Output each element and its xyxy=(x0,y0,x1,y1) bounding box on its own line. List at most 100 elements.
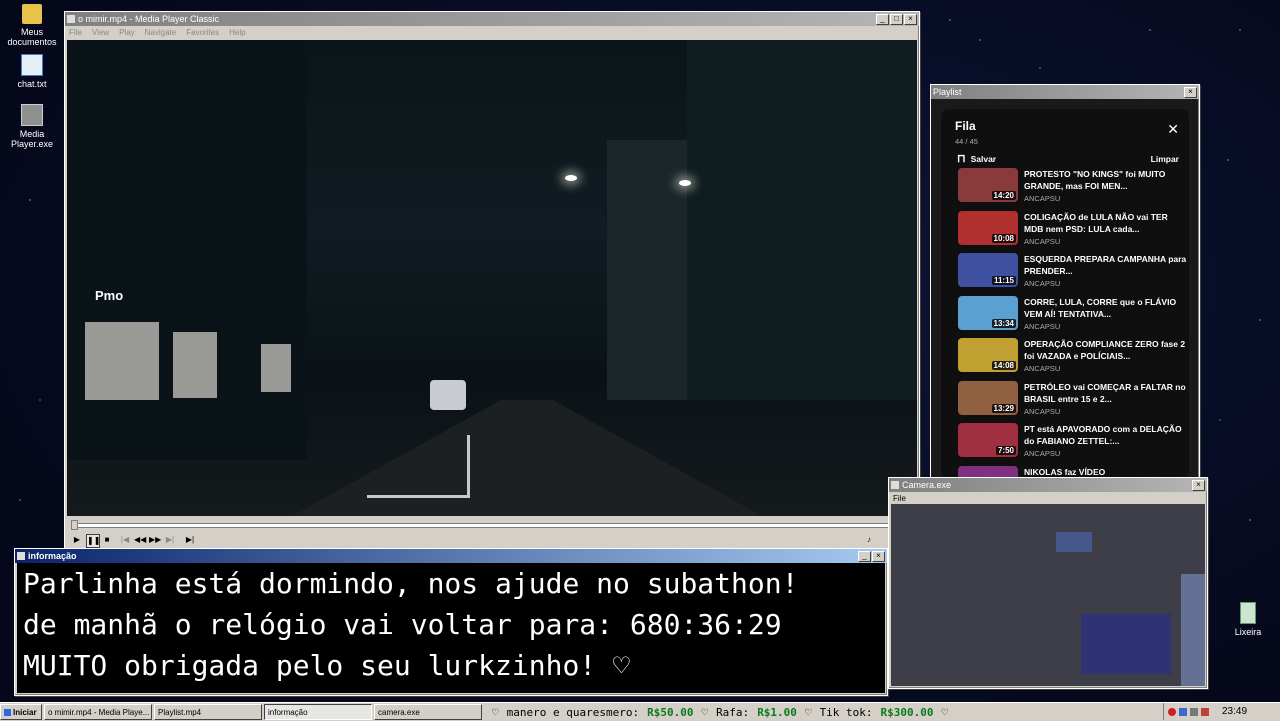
close-button[interactable]: × xyxy=(1184,86,1197,98)
menu-play[interactable]: Play xyxy=(119,28,135,37)
taskbar-item-camera[interactable]: camera.exe xyxy=(374,704,482,720)
video-title: PROTESTO "NO KINGS" foi MUITO GRANDE, ma… xyxy=(1024,169,1166,191)
taskbar-item-media-player[interactable]: o mimir.mp4 - Media Playe... xyxy=(44,704,152,720)
desktop-icon-label: Lixeira xyxy=(1234,627,1262,637)
donation-amount: R$300.00 xyxy=(880,705,934,719)
window-title: Playlist xyxy=(933,87,962,97)
close-icon[interactable]: ✕ xyxy=(1167,121,1179,138)
seek-bar[interactable] xyxy=(71,523,913,528)
pause-icon[interactable]: ❚❚ xyxy=(86,534,100,548)
taskbar-item-info[interactable]: informação xyxy=(264,704,372,720)
donor-name: manero e quaresmero: xyxy=(506,705,640,719)
shield-icon[interactable] xyxy=(1201,707,1209,716)
list-item[interactable]: 11:15 ESQUERDA PREPARA CAMPANHA para PRE… xyxy=(941,253,1189,296)
menu-help[interactable]: Help xyxy=(229,28,245,37)
menu-navigate[interactable]: Navigate xyxy=(145,28,177,37)
menu-view[interactable]: View xyxy=(92,28,109,37)
road-marking xyxy=(367,435,470,498)
duration-badge: 7:50 xyxy=(995,446,1016,455)
desktop-icon-media-player[interactable]: Media Player.exe xyxy=(0,104,64,149)
list-item[interactable]: 7:50 PT está APAVORADO com a DELAÇÃO do … xyxy=(941,423,1189,466)
minimize-button[interactable]: _ xyxy=(858,550,871,562)
antivirus-icon[interactable] xyxy=(1168,707,1176,716)
clock[interactable]: 23:49 xyxy=(1222,706,1247,717)
desktop-icon-chat-txt[interactable]: chat.txt xyxy=(0,54,64,89)
donation-amount: R$50.00 xyxy=(647,705,694,719)
camera-window: Camera.exe × File xyxy=(888,477,1208,689)
close-button[interactable]: × xyxy=(904,13,917,25)
queue-title: Fila xyxy=(955,119,976,133)
queue-panel: Fila 44 / 45 ✕ ⊓ Salvar Limpar 14:20 PRO… xyxy=(941,109,1189,479)
storefront xyxy=(85,322,159,400)
notepad-icon xyxy=(21,54,43,76)
rewind-icon[interactable]: ◀◀ xyxy=(134,534,146,546)
video-thumbnail: 13:34 xyxy=(958,295,1018,330)
channel-name: ANCAPSU xyxy=(1024,321,1061,331)
store-sign: Pmo xyxy=(95,288,124,303)
list-item[interactable]: 14:08 OPERAÇÃO COMPLIANCE ZERO fase 2 fo… xyxy=(941,338,1189,381)
close-button[interactable]: × xyxy=(872,550,885,562)
menu-file[interactable]: File xyxy=(893,494,906,503)
frame-step-icon[interactable]: ▶| xyxy=(184,534,196,546)
volume-icon[interactable]: ♪ xyxy=(863,534,875,546)
menu-file[interactable]: File xyxy=(69,28,82,37)
video-frame[interactable]: Pmo xyxy=(67,40,917,516)
save-label: Salvar xyxy=(970,153,997,164)
desktop-icon-recycle-bin[interactable]: Lixeira xyxy=(1216,602,1280,637)
stop-icon[interactable]: ■ xyxy=(101,534,113,546)
taskbar-item-playlist[interactable]: Playlist.mp4 xyxy=(154,704,262,720)
playlist-titlebar[interactable]: Playlist × xyxy=(931,85,1199,99)
start-button[interactable]: Iniciar xyxy=(0,704,42,720)
bookmark-icon: ⊓ xyxy=(957,153,966,165)
app-icon xyxy=(17,552,25,560)
system-tray: 23:49 xyxy=(1163,703,1280,720)
playlist-window: Playlist × Fila 44 / 45 ✕ ⊓ Salvar Limpa… xyxy=(930,84,1200,490)
desktop-icon-label: chat.txt xyxy=(17,79,47,89)
list-item[interactable]: 13:34 CORRE, LULA, CORRE que o FLÁVIO VE… xyxy=(941,295,1189,339)
road xyxy=(267,400,787,516)
media-player-icon xyxy=(21,104,43,126)
info-titlebar[interactable]: informação _ × xyxy=(15,549,887,563)
storefront xyxy=(173,332,217,398)
street-lamp xyxy=(679,180,691,186)
channel-name: ANCAPSU xyxy=(1024,279,1061,288)
video-title: ESQUERDA PREPARA CAMPANHA para PRENDER..… xyxy=(1024,254,1187,276)
list-item[interactable]: 10:08 COLIGAÇÃO de LULA NÃO vai TER MDB … xyxy=(941,210,1189,254)
donation-amount: R$1.00 xyxy=(757,705,797,719)
video-title: NIKOLAS faz VÍDEO xyxy=(1024,466,1106,477)
camera-titlebar[interactable]: Camera.exe × xyxy=(889,478,1207,492)
maximize-button[interactable]: □ xyxy=(890,13,903,25)
window-title: o mimir.mp4 - Media Player Classic xyxy=(78,14,220,24)
app-icon xyxy=(891,481,899,489)
video-title: OPERAÇÃO COMPLIANCE ZERO fase 2 foi VAZA… xyxy=(1024,339,1186,361)
desktop-icon-my-documents[interactable]: Meus documentos xyxy=(0,4,64,47)
info-text-area: Parlinha está dormindo, nos ajude no sub… xyxy=(17,563,885,693)
skip-forward-icon[interactable]: ▶| xyxy=(164,534,176,546)
network-icon[interactable] xyxy=(1179,707,1187,716)
channel-name: ANCAPSU xyxy=(1024,194,1061,203)
fast-forward-icon[interactable]: ▶▶ xyxy=(149,534,161,546)
building xyxy=(687,40,917,400)
taskbar: Iniciar o mimir.mp4 - Media Playe... Pla… xyxy=(0,702,1280,721)
queue-count: 44 / 45 xyxy=(955,137,978,146)
media-player-window: o mimir.mp4 - Media Player Classic _ □ ×… xyxy=(64,11,920,551)
list-item[interactable]: 14:20 PROTESTO "NO KINGS" foi MUITO GRAN… xyxy=(941,168,1189,211)
list-item[interactable]: 13:29 PETRÓLEO vai COMEÇAR a FALTAR no B… xyxy=(941,380,1189,424)
camera-light xyxy=(1056,532,1092,552)
menu-favorites[interactable]: Favorites xyxy=(186,28,219,37)
clear-button[interactable]: Limpar xyxy=(1151,154,1179,164)
media-player-titlebar[interactable]: o mimir.mp4 - Media Player Classic _ □ × xyxy=(65,12,919,26)
play-icon[interactable]: ▶ xyxy=(71,534,83,546)
save-button[interactable]: ⊓ Salvar xyxy=(957,152,996,165)
close-button[interactable]: × xyxy=(1192,479,1205,491)
recycle-bin-icon xyxy=(1240,602,1256,624)
car xyxy=(430,380,466,410)
minimize-button[interactable]: _ xyxy=(876,13,889,25)
skip-back-icon[interactable]: |◀ xyxy=(119,534,131,546)
channel-name: ANCAPSU xyxy=(1024,236,1061,246)
video-title: COLIGAÇÃO de LULA NÃO vai TER MDB nem PS… xyxy=(1024,211,1168,234)
seek-knob[interactable] xyxy=(71,520,78,530)
video-thumbnail: 7:50 xyxy=(958,423,1018,457)
volume-icon[interactable] xyxy=(1190,707,1198,716)
storefront xyxy=(261,344,291,392)
